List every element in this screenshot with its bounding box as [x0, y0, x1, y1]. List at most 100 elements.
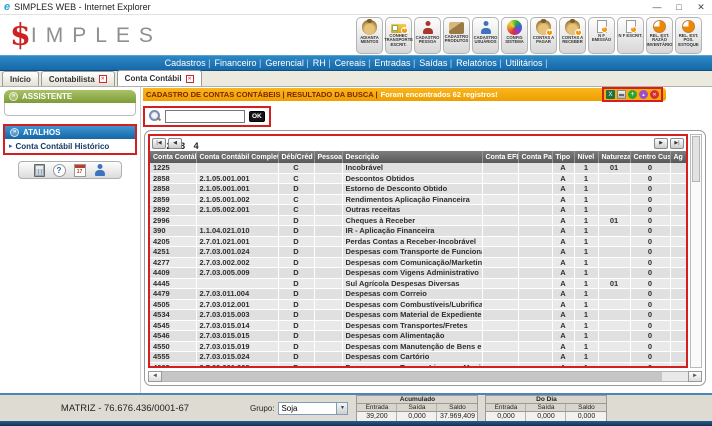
toolbar-button-label: CONTAS A RECEBER — [560, 36, 585, 46]
close-icon[interactable] — [650, 90, 659, 99]
toolbar-button[interactable]: CADASTRO PESSOA — [414, 17, 441, 54]
cell-conta-contabil: 4445 — [150, 278, 196, 289]
cell-pessoa — [314, 205, 342, 216]
table-row[interactable]: 4534 2.7.03.015.003 D Despesas com Mater… — [150, 310, 686, 321]
menu-item[interactable]: Cereais — [333, 58, 373, 68]
toolbar-button[interactable]: CADASTRO USUÁRIOS — [472, 17, 499, 54]
help-icon[interactable] — [53, 164, 66, 177]
scroll-right-button[interactable]: ► — [688, 371, 702, 382]
table-zone: |◀ ◀ 1 2 3 — [148, 134, 702, 368]
last-page-button[interactable]: ▶| — [670, 138, 684, 149]
table-row[interactable]: 4505 2.7.03.012.001 D Despesas com Combu… — [150, 299, 686, 310]
atalhos-header[interactable]: ATALHOS — [5, 126, 135, 139]
toolbar-button[interactable]: N F EMISSÃO — [588, 17, 615, 54]
table-row[interactable]: 4555 2.7.03.015.024 D Despesas com Cartó… — [150, 352, 686, 363]
column-header: Conta Contábil Completa — [196, 151, 278, 163]
menu-item[interactable]: Utilitários — [504, 58, 550, 68]
tab-close-icon[interactable] — [99, 75, 107, 83]
search-input[interactable] — [165, 110, 245, 123]
table-row[interactable]: 4409 2.7.03.005.009 D Despesas com Vigen… — [150, 268, 686, 279]
grupo-select[interactable]: Soja ▼ — [278, 402, 348, 415]
excel-icon[interactable] — [606, 90, 615, 99]
calendar-day: 17 — [75, 169, 85, 175]
menu-item[interactable]: Gerencial — [263, 58, 310, 68]
toolbar-button[interactable]: CADASTRO PRODUTOS — [443, 17, 470, 54]
menu-item[interactable]: Cadastros — [163, 58, 213, 68]
page-link[interactable]: 4 — [194, 141, 199, 151]
table-row[interactable]: 2858 2.1.05.001.001 D Estorno de Descont… — [150, 184, 686, 195]
table-row[interactable]: 4205 2.7.01.021.001 D Perdas Contas a Re… — [150, 236, 686, 247]
next-page-button[interactable]: ▶ — [654, 138, 668, 149]
toolbar-button[interactable]: CONFIG SISTEMA — [501, 17, 528, 54]
menu-item[interactable]: Financeiro — [212, 58, 263, 68]
close-button[interactable]: ✕ — [690, 2, 712, 13]
menu-item[interactable]: RH — [311, 58, 333, 68]
table-row[interactable]: 2996 D Cheques à Receber A — [150, 215, 686, 226]
tab[interactable]: Contabilista — [41, 71, 115, 86]
up-icon[interactable] — [639, 90, 648, 99]
table-row[interactable]: 4550 2.7.03.015.019 D Despesas com Manut… — [150, 341, 686, 352]
table-row[interactable]: 4445 D Sul Agrícola Despesas Diversas A — [150, 278, 686, 289]
table-row[interactable]: 390 1.1.04.021.010 D IR - Aplicação Fina… — [150, 226, 686, 237]
menu-item[interactable]: Relatórios — [454, 58, 503, 68]
table-row[interactable]: 4479 2.7.03.011.004 D Despesas com Corre… — [150, 289, 686, 300]
cell-conta-contabil: 2859 — [150, 194, 196, 205]
user2-icon[interactable] — [94, 163, 107, 177]
prev-page-button[interactable]: ◀ — [168, 138, 182, 149]
vertical-scrollbar-thumb[interactable] — [692, 136, 700, 182]
search-ok-button[interactable]: OK — [249, 111, 265, 122]
sidebar-item-conta-contabil-historico[interactable]: Conta Contábil Histórico — [5, 139, 135, 153]
cell-nivel: 1 — [574, 331, 598, 342]
table-row[interactable]: 4662 2.7.09.001.008 D Despesas com Taxas… — [150, 362, 686, 366]
grid-wrap: Conta Contábil Conta Contábil Completa D… — [150, 151, 686, 366]
calendar-icon[interactable]: 17 — [74, 164, 86, 177]
table-row[interactable]: 4277 2.7.03.002.002 D Despesas com Comun… — [150, 257, 686, 268]
cell-conta-efd — [482, 310, 518, 321]
menu-item[interactable]: Entradas — [372, 58, 417, 68]
horizontal-scrollbar-thumb[interactable] — [162, 372, 662, 381]
menu-item[interactable]: Saídas — [417, 58, 454, 68]
cell-deb-cred: D — [278, 236, 314, 247]
cell-centro-custo: 0 — [630, 268, 670, 279]
tab[interactable]: Conta Contábil — [117, 70, 202, 86]
cell-nivel: 1 — [574, 352, 598, 363]
cell-ag — [670, 247, 686, 258]
minimize-button[interactable]: — — [646, 2, 668, 13]
toolbar-button[interactable]: CONTAS A PAGAR — [530, 17, 557, 54]
cell-conta-efd — [482, 205, 518, 216]
table-row[interactable]: 4251 2.7.03.001.024 D Despesas com Trans… — [150, 247, 686, 258]
toolbar-button[interactable]: CONHEC TRANSPORTE ESCRIT. — [385, 17, 412, 54]
toolbar-button[interactable]: REL. EST. POS. ESTOQUE — [675, 17, 702, 54]
cell-ag — [670, 320, 686, 331]
vertical-scrollbar[interactable] — [690, 134, 702, 368]
menu-bar: Cadastros Financeiro Gerencial RH Cereai… — [0, 55, 712, 71]
cell-conta-pai — [518, 299, 552, 310]
table-row[interactable]: 1225 C Incobrável A — [150, 163, 686, 173]
toolbar-button[interactable]: ADIANTA MENTOS — [356, 17, 383, 54]
table-row[interactable]: 2859 2.1.05.001.002 C Rendimentos Aplica… — [150, 194, 686, 205]
assistente-header[interactable]: ASSISTENTE — [4, 90, 136, 103]
table-row[interactable]: 4545 2.7.03.015.014 D Despesas com Trans… — [150, 320, 686, 331]
tab-close-icon[interactable] — [186, 75, 194, 83]
print-icon[interactable] — [617, 90, 626, 99]
toolbar-button[interactable]: REL. EST. RAZÃO INVENTÁRIO — [646, 17, 673, 54]
maximize-button[interactable]: □ — [668, 2, 690, 13]
cell-deb-cred: D — [278, 331, 314, 342]
table-row[interactable]: 4546 2.7.03.015.015 D Despesas com Alime… — [150, 331, 686, 342]
cell-conta-efd — [482, 289, 518, 300]
chevron-down-icon[interactable]: ▼ — [336, 403, 347, 414]
table-row[interactable]: 2892 2.1.05.002.001 C Outras receitas A — [150, 205, 686, 216]
add-icon[interactable] — [628, 90, 637, 99]
toolbar-button[interactable]: CONTAS A RECEBER — [559, 17, 586, 54]
calculator-icon[interactable] — [34, 164, 45, 177]
cell-ag — [670, 194, 686, 205]
first-page-button[interactable]: |◀ — [152, 138, 166, 149]
company-label: MATRIZ - 76.676.436/0001-67 — [0, 403, 250, 414]
scroll-left-button[interactable]: ◄ — [148, 371, 162, 382]
toolbar-button[interactable]: N F ESCRIT. — [617, 17, 644, 54]
table-row[interactable]: 2858 2.1.05.001.001 C Descontos Obtidos … — [150, 173, 686, 184]
cell-centro-custo: 0 — [630, 320, 670, 331]
horizontal-scrollbar-track[interactable] — [162, 371, 688, 382]
tab[interactable]: Início — [2, 71, 39, 86]
cell-conta-completa: 2.7.09.001.008 — [196, 362, 278, 366]
